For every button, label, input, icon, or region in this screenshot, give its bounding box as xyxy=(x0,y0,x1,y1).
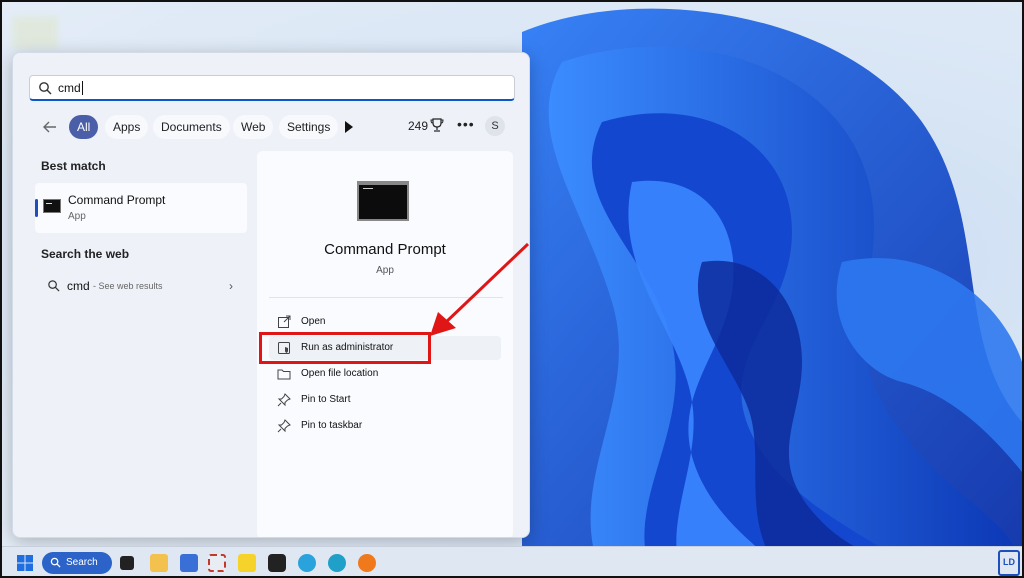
snipping-tool-icon[interactable] xyxy=(208,554,226,572)
best-match-name: Command Prompt xyxy=(68,193,166,207)
pin-icon xyxy=(277,393,291,407)
desktop: cmd All Apps Documents Web Settings 249 … xyxy=(0,0,1024,578)
selection-indicator xyxy=(35,199,38,217)
search-icon xyxy=(50,557,61,568)
search-icon xyxy=(48,280,60,292)
taskbar-search-button[interactable]: Search xyxy=(42,552,112,574)
web-result-query: cmd xyxy=(67,279,90,293)
open-external-icon xyxy=(278,315,291,328)
more-options-icon[interactable]: ••• xyxy=(457,116,475,132)
best-match-type: App xyxy=(68,211,86,222)
red-arrow-annotation xyxy=(430,242,530,336)
telegram-icon[interactable] xyxy=(298,554,316,572)
tab-all[interactable]: All xyxy=(69,115,99,139)
site-watermark-logo: LD xyxy=(998,550,1020,576)
action-pin-to-start[interactable]: Pin to Start xyxy=(269,388,501,412)
command-prompt-icon xyxy=(357,181,409,221)
action-pin-to-taskbar[interactable]: Pin to taskbar xyxy=(269,414,501,438)
action-open-file-location[interactable]: Open file location xyxy=(269,362,501,386)
tab-documents[interactable]: Documents xyxy=(153,115,230,139)
windows-start-icon[interactable] xyxy=(16,554,34,572)
action-label: Open xyxy=(301,316,326,327)
arrow-left-icon[interactable] xyxy=(41,118,59,136)
tab-settings[interactable]: Settings xyxy=(279,115,339,139)
chevron-right-icon: › xyxy=(229,279,233,293)
taskbar: Search xyxy=(2,546,1022,576)
highlight-box xyxy=(259,332,431,364)
blurred-desktop-icon xyxy=(12,16,58,48)
search-box[interactable]: cmd xyxy=(29,75,515,101)
best-match-heading: Best match xyxy=(41,159,106,173)
web-result-hint: - See web results xyxy=(93,281,163,291)
taskbar-search-label: Search xyxy=(66,557,98,568)
sticky-notes-icon[interactable] xyxy=(238,554,256,572)
rewards-points[interactable]: 249 xyxy=(408,119,428,133)
search-icon xyxy=(39,81,52,94)
terminal-icon[interactable] xyxy=(268,554,286,572)
action-label: Pin to taskbar xyxy=(301,420,363,431)
web-result-item[interactable]: cmd - See web results › xyxy=(35,273,247,299)
more-filters-arrow-icon[interactable] xyxy=(345,121,353,133)
task-view-icon[interactable] xyxy=(120,556,134,570)
filter-bar: All Apps Documents Web Settings 249 ••• … xyxy=(37,115,517,139)
action-label: Open file location xyxy=(301,368,379,379)
tab-web[interactable]: Web xyxy=(233,115,274,139)
search-input[interactable]: cmd xyxy=(58,81,81,95)
file-explorer-icon[interactable] xyxy=(150,554,168,572)
microsoft-store-icon[interactable] xyxy=(180,554,198,572)
folder-icon xyxy=(277,369,291,380)
search-web-heading: Search the web xyxy=(41,247,130,261)
best-match-item[interactable]: Command Prompt App xyxy=(35,183,247,233)
rewards-trophy-icon[interactable] xyxy=(430,117,444,133)
pin-icon xyxy=(277,419,291,433)
tab-apps[interactable]: Apps xyxy=(105,115,149,139)
text-caret xyxy=(81,80,83,95)
firefox-icon[interactable] xyxy=(358,554,376,572)
edge-icon[interactable] xyxy=(328,554,346,572)
avatar[interactable]: S xyxy=(485,116,505,136)
action-label: Pin to Start xyxy=(301,394,351,405)
command-prompt-icon xyxy=(43,199,61,213)
